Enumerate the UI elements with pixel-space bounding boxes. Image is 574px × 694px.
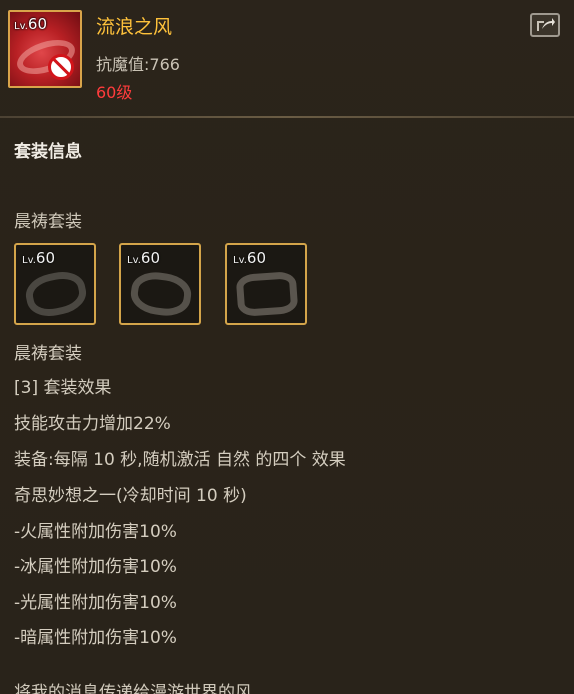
flavor-text: 将我的消息传递给漫游世界的风。 bbox=[14, 683, 269, 694]
share-button[interactable] bbox=[530, 13, 560, 37]
set-piece-slot-1[interactable]: Lv.60 bbox=[14, 243, 96, 325]
set-effect-header: [3] 套装效果 bbox=[14, 378, 112, 398]
set-piece-slot-2[interactable]: Lv.60 bbox=[119, 243, 201, 325]
header-divider bbox=[0, 116, 574, 118]
item-name: 流浪之风 bbox=[96, 16, 173, 38]
item-stat: 抗魔值:766 bbox=[96, 55, 180, 74]
section-title-set-info: 套装信息 bbox=[14, 142, 82, 162]
slot-level-badge: Lv.60 bbox=[127, 249, 160, 267]
dark-belt-icon bbox=[128, 269, 194, 319]
set-piece-slot-3[interactable]: Lv.60 bbox=[225, 243, 307, 325]
slot-level-badge: Lv.60 bbox=[233, 249, 266, 267]
item-level-badge: Lv.60 bbox=[14, 15, 47, 33]
set-effect-line: -火属性附加伤害10% bbox=[14, 522, 177, 542]
forbidden-icon bbox=[48, 54, 74, 80]
set-effect-line: 奇思妙想之一(冷却时间 10 秒) bbox=[14, 486, 247, 506]
required-level: 60级 bbox=[96, 83, 133, 102]
set-effect-line: 技能攻击力增加22% bbox=[14, 414, 171, 434]
share-icon bbox=[537, 18, 555, 31]
set-name: 晨祷套装 bbox=[14, 212, 82, 232]
dark-armor-piece-icon bbox=[22, 267, 90, 321]
set-name-repeat: 晨祷套装 bbox=[14, 344, 82, 364]
set-effect-line: -暗属性附加伤害10% bbox=[14, 628, 177, 648]
set-effect-line: -光属性附加伤害10% bbox=[14, 593, 177, 613]
set-effect-line: 装备:每隔 10 秒,随机激活 自然 的四个 效果 bbox=[14, 450, 346, 470]
item-tooltip-panel: Lv.60 流浪之风 抗魔值:766 60级 套装信息 晨祷套装 Lv.60 L… bbox=[0, 0, 574, 694]
dark-bracer-icon bbox=[235, 270, 299, 318]
slot-level-badge: Lv.60 bbox=[22, 249, 55, 267]
red-belt-icon[interactable]: Lv.60 bbox=[8, 10, 82, 88]
set-effect-line: -冰属性附加伤害10% bbox=[14, 557, 177, 577]
